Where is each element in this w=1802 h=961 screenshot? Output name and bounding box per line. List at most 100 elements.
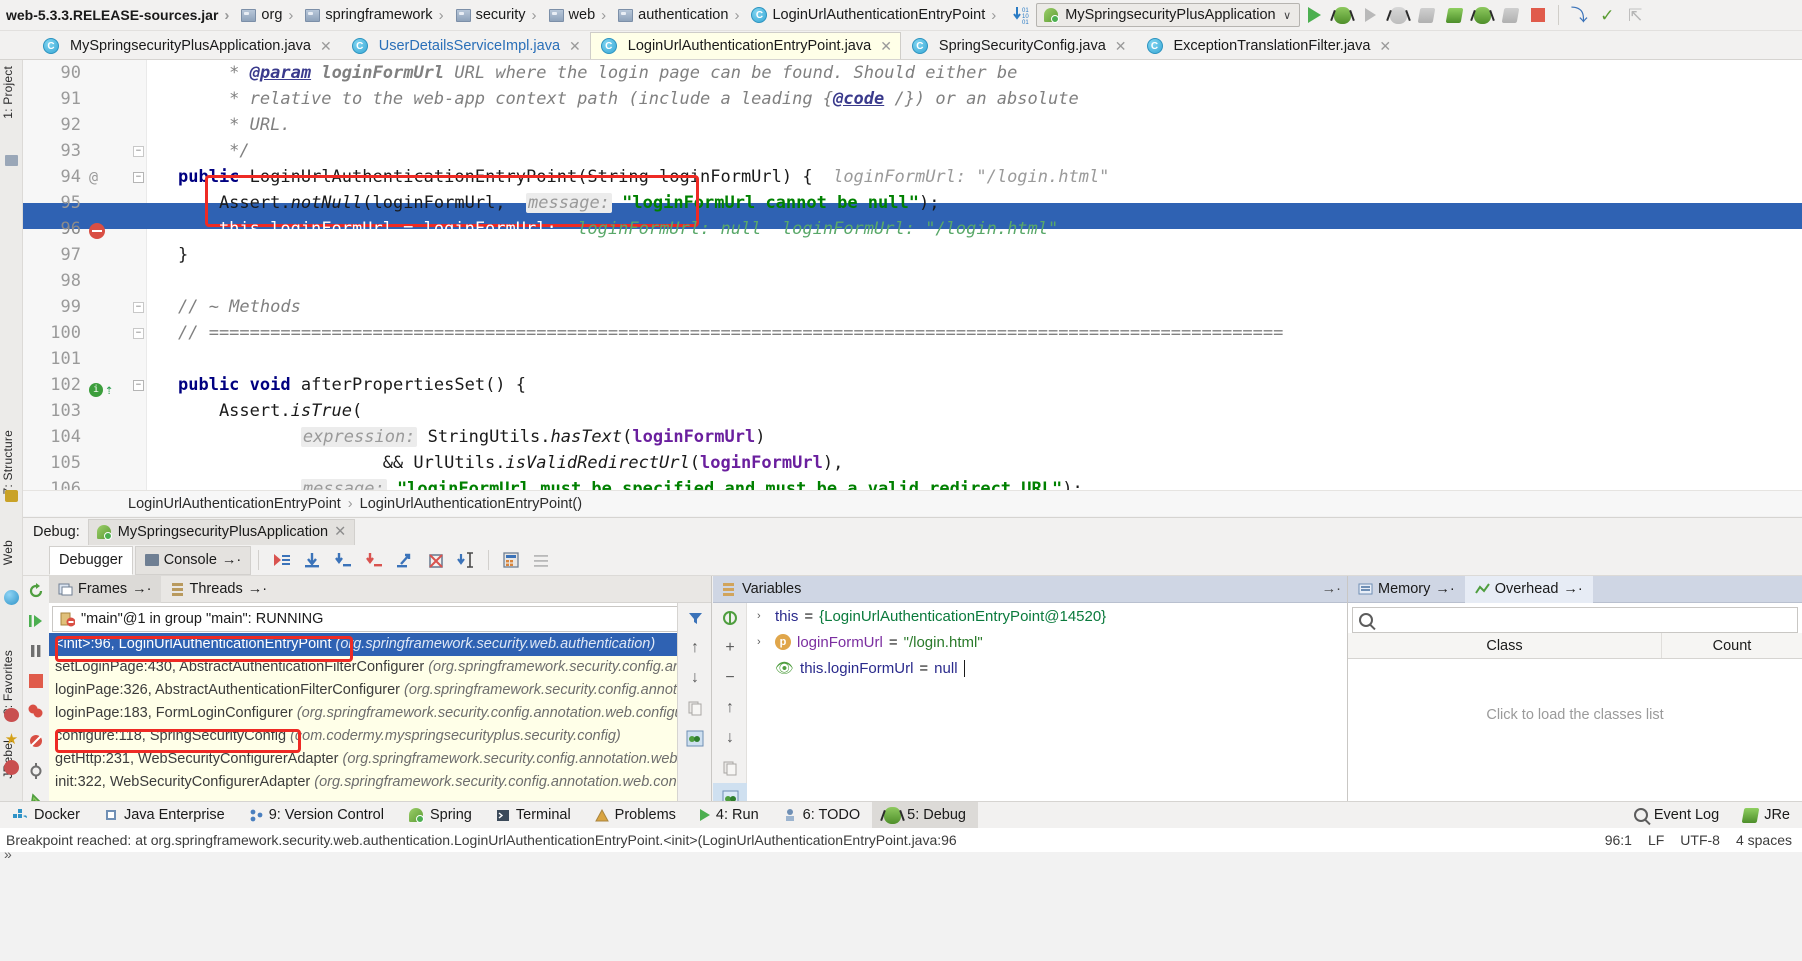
status-item-jrebel[interactable]: JRe xyxy=(1731,802,1802,829)
status-item-problems[interactable]: Problems xyxy=(583,802,688,829)
breadcrumb-jar[interactable]: web-5.3.3.RELEASE-sources.jar › xyxy=(2,0,237,30)
frames-list[interactable]: <init>:96, LoginUrlAuthenticationEntryPo… xyxy=(49,633,678,801)
chevron-right-icon[interactable]: › xyxy=(757,636,769,648)
breadcrumb-item-class[interactable]: C LoginUrlAuthenticationEntryPoint › xyxy=(747,0,1004,30)
favorites-icon[interactable] xyxy=(4,708,19,722)
move-down-icon[interactable]: ↓ xyxy=(678,663,712,693)
push-button[interactable]: ⇱ xyxy=(1621,2,1649,28)
fold-marker-icon[interactable]: − xyxy=(133,328,144,339)
jrebel-profile-button[interactable] xyxy=(1496,2,1524,28)
breadcrumb-item-org[interactable]: org › xyxy=(237,0,301,30)
breadcrumb-item-authentication[interactable]: authentication › xyxy=(614,0,747,30)
table-row[interactable]: getHttp:231, WebSecurityConfigurerAdapte… xyxy=(49,748,678,771)
editor-breadcrumb-method[interactable]: LoginUrlAuthenticationEntryPoint() xyxy=(360,496,582,512)
close-icon[interactable]: ✕ xyxy=(334,524,346,540)
editor-tab-1[interactable]: C UserDetailsServiceImpl.java ✕ xyxy=(341,32,590,59)
copy-value-icon[interactable] xyxy=(713,753,747,783)
editor-breadcrumb-class[interactable]: LoginUrlAuthenticationEntryPoint xyxy=(128,496,341,512)
fold-marker-icon[interactable]: − xyxy=(133,380,144,391)
pause-program-button[interactable] xyxy=(23,636,49,666)
breadcrumb-item-web[interactable]: web › xyxy=(545,0,615,30)
remove-watch-icon[interactable]: − xyxy=(713,663,747,693)
debug-button[interactable] xyxy=(1328,2,1356,28)
sidebar-item-favorites[interactable]: 2: Favorites xyxy=(1,650,15,715)
add-watch-icon[interactable]: + xyxy=(713,633,747,663)
update-project-button[interactable]: ⤵ xyxy=(1565,2,1593,28)
status-item-java-enterprise[interactable]: Java Enterprise xyxy=(92,802,237,829)
status-item-event-log[interactable]: Event Log xyxy=(1622,802,1731,829)
status-item-docker[interactable]: Docker xyxy=(0,802,92,829)
caret-position[interactable]: 96:1 xyxy=(1605,832,1632,848)
fold-marker-icon[interactable]: − xyxy=(133,302,144,313)
filter-frames-icon[interactable] xyxy=(678,603,712,633)
jrebel-debug-button[interactable] xyxy=(1468,2,1496,28)
jrebel-run-button[interactable] xyxy=(1440,2,1468,28)
column-header-class[interactable]: Class xyxy=(1348,633,1662,658)
structure-icon[interactable] xyxy=(5,490,18,502)
mute-breakpoints-button[interactable] xyxy=(23,726,49,756)
run-configuration-selector[interactable]: MySpringsecurityPlusApplication ∨ xyxy=(1036,3,1301,27)
download-sources-icon[interactable]: 01 10 01 xyxy=(1012,5,1030,25)
close-icon[interactable]: ✕ xyxy=(880,38,892,55)
run-button[interactable] xyxy=(1300,2,1328,28)
settings-button[interactable] xyxy=(527,547,556,573)
status-item-version-control[interactable]: 9: Version Control xyxy=(237,802,396,829)
status-item-terminal[interactable]: Terminal xyxy=(484,802,583,829)
resume-program-button[interactable] xyxy=(23,606,49,636)
code-editor[interactable]: 90 * @param loginFormUrl URL where the l… xyxy=(23,60,1802,490)
drop-frame-button[interactable] xyxy=(421,547,450,573)
implementation-marker-icon[interactable]: i ⇡ xyxy=(89,377,113,403)
variable-row-loginFormUrl[interactable]: › p loginFormUrl = "/login.html" xyxy=(747,629,1347,655)
table-row[interactable]: setLoginPage:430, AbstractAuthentication… xyxy=(49,656,678,679)
show-execution-point-button[interactable] xyxy=(266,547,295,573)
thread-selector[interactable]: "main"@1 in group "main": RUNNING ∨ xyxy=(52,606,708,632)
force-step-into-button[interactable] xyxy=(359,547,388,573)
sidebar-item-project[interactable]: 1: Project xyxy=(1,66,15,119)
table-row[interactable]: configure:118, SpringSecurityConfig (com… xyxy=(49,725,678,748)
step-out-button[interactable] xyxy=(390,547,419,573)
move-up-icon[interactable]: ↑ xyxy=(678,633,712,663)
editor-tab-4[interactable]: C ExceptionTranslationFilter.java ✕ xyxy=(1136,32,1401,59)
customize-threads-icon[interactable] xyxy=(678,723,712,753)
stop-button[interactable] xyxy=(1524,2,1552,28)
indent-setting[interactable]: 4 spaces xyxy=(1736,832,1792,848)
close-icon[interactable]: ✕ xyxy=(320,38,332,55)
line-separator[interactable]: LF xyxy=(1648,832,1664,848)
table-row[interactable]: init:322, WebSecurityConfigurerAdapter (… xyxy=(49,771,678,794)
table-row[interactable]: loginPage:183, FormLoginConfigurer (org.… xyxy=(49,702,678,725)
status-item-todo[interactable]: 6: TODO xyxy=(771,802,872,829)
rerun-button[interactable] xyxy=(23,576,49,606)
memory-search-input[interactable] xyxy=(1352,607,1798,633)
project-files-icon[interactable] xyxy=(5,155,18,166)
editor-tab-2[interactable]: C LoginUrlAuthenticationEntryPoint.java … xyxy=(589,32,901,59)
chevron-right-icon[interactable]: › xyxy=(757,610,769,622)
tab-overhead[interactable]: Overhead →· xyxy=(1464,575,1593,603)
table-row[interactable]: loginPage:326, AbstractAuthenticationFil… xyxy=(49,679,678,702)
variables-tree[interactable]: › this = {LoginUrlAuthenticationEntryPoi… xyxy=(747,603,1347,801)
move-watch-down-icon[interactable]: ↓ xyxy=(713,723,747,753)
variables-options-icon[interactable]: →· xyxy=(1322,581,1347,597)
attach-profiler-button[interactable] xyxy=(1412,2,1440,28)
fold-marker-icon[interactable]: − xyxy=(133,172,144,183)
tab-console[interactable]: Console →· xyxy=(134,545,252,575)
stop-button[interactable] xyxy=(23,666,49,696)
table-row[interactable]: <init>:96, LoginUrlAuthenticationEntryPo… xyxy=(49,633,678,656)
tab-frames[interactable]: Frames →· xyxy=(49,575,161,603)
sidebar-item-structure[interactable]: 7: Structure xyxy=(1,430,15,494)
memory-empty-hint[interactable]: Click to load the classes list xyxy=(1348,659,1802,723)
move-watch-up-icon[interactable]: ↑ xyxy=(713,693,747,723)
evaluate-icon[interactable] xyxy=(713,603,747,633)
editor-tab-0[interactable]: C MySpringsecurityPlusApplication.java ✕ xyxy=(32,32,341,59)
variable-row-this[interactable]: › this = {LoginUrlAuthenticationEntryPoi… xyxy=(747,603,1347,629)
variable-row-watch[interactable]: 👁 this.loginFormUrl = null xyxy=(747,655,1347,681)
editor-tab-3[interactable]: C SpringSecurityConfig.java ✕ xyxy=(901,32,1136,59)
close-icon[interactable]: ✕ xyxy=(1115,38,1127,55)
status-item-debug[interactable]: 5: Debug xyxy=(872,801,978,829)
run-with-coverage-button[interactable] xyxy=(1356,2,1384,28)
tab-threads[interactable]: Threads →· xyxy=(161,576,277,603)
step-into-button[interactable] xyxy=(328,547,357,573)
evaluate-expression-button[interactable] xyxy=(496,547,525,573)
status-item-spring[interactable]: Spring xyxy=(396,802,484,829)
layout-settings-button[interactable] xyxy=(23,756,49,786)
commit-button[interactable]: ✓ xyxy=(1593,2,1621,28)
